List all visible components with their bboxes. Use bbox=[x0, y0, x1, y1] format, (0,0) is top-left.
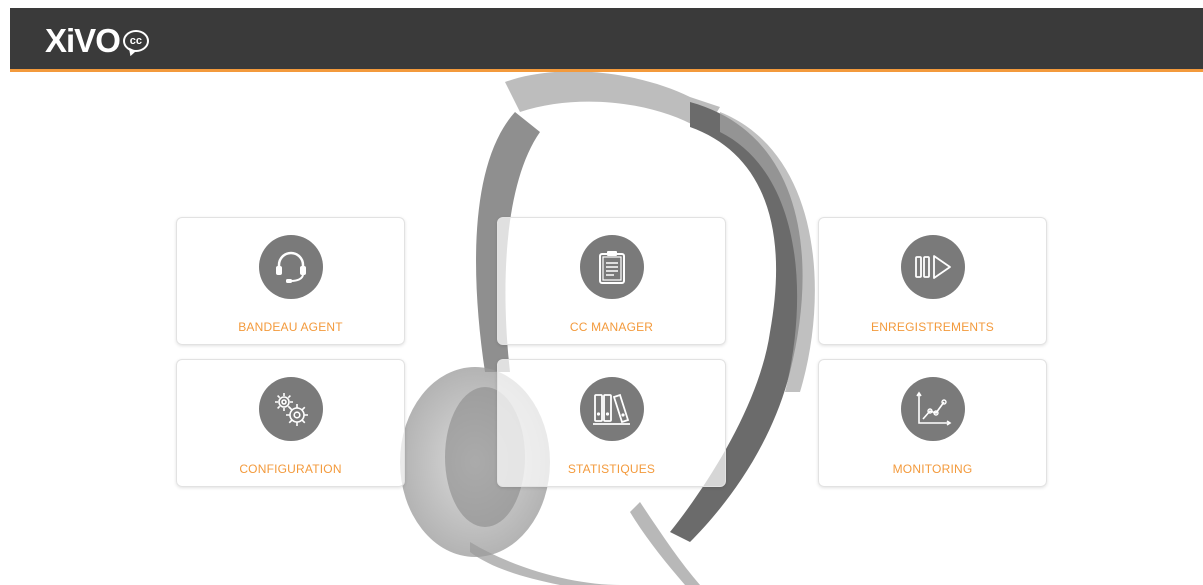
tile-label: CC MANAGER bbox=[569, 320, 654, 334]
gears-icon bbox=[258, 377, 323, 441]
headset-icon bbox=[258, 235, 323, 299]
top-header-bar: XiVO cc bbox=[10, 8, 1203, 72]
tile-label: STATISTIQUES bbox=[567, 462, 656, 476]
logo-badge-text: cc bbox=[129, 35, 142, 47]
tile-label: MONITORING bbox=[892, 462, 973, 476]
line-chart-icon bbox=[900, 377, 965, 441]
tile-label: BANDEAU AGENT bbox=[238, 320, 343, 334]
tile-cc-manager[interactable]: CC MANAGER bbox=[497, 217, 726, 345]
tile-monitoring[interactable]: MONITORING bbox=[818, 359, 1047, 487]
tile-bandeau-agent[interactable]: BANDEAU AGENT bbox=[176, 217, 405, 345]
tile-configuration[interactable]: CONFIGURATION bbox=[176, 359, 405, 487]
tile-statistiques[interactable]: STATISTIQUES bbox=[497, 359, 726, 487]
cc-speech-bubble-icon: cc bbox=[122, 30, 149, 52]
logo-text: XiVO bbox=[45, 22, 121, 59]
clipboard-icon bbox=[579, 235, 644, 299]
pause-play-icon bbox=[900, 235, 965, 299]
tile-label: CONFIGURATION bbox=[239, 462, 342, 476]
tile-enregistrements[interactable]: ENREGISTREMENTS bbox=[818, 217, 1047, 345]
xivo-logo[interactable]: XiVO cc bbox=[45, 22, 149, 60]
tile-label: ENREGISTREMENTS bbox=[870, 320, 994, 334]
binders-icon bbox=[579, 377, 644, 441]
